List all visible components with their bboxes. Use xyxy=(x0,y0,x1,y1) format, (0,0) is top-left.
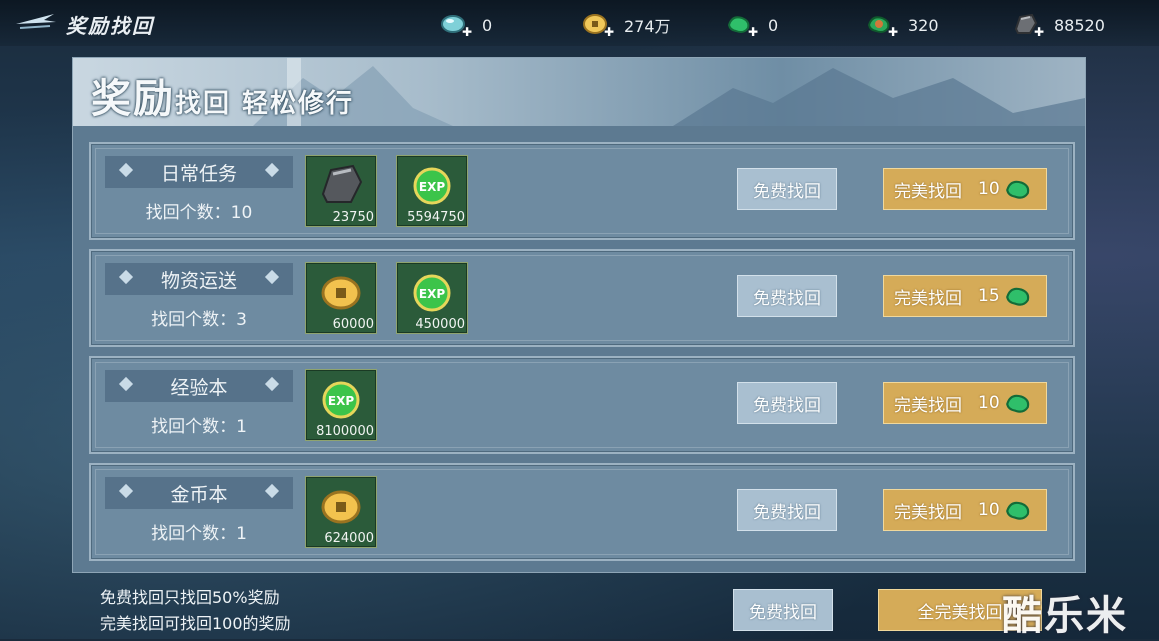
cost-value: 10 xyxy=(978,500,1000,520)
free-retrieve-all-button[interactable]: 免费找回 xyxy=(733,589,833,631)
page-title: 奖励找回 xyxy=(66,14,154,38)
exp-orb-icon: EXP xyxy=(413,274,451,312)
item-amount: 5594750 xyxy=(407,210,465,225)
ore-stone-icon xyxy=(321,164,363,203)
green-jade-icon xyxy=(1005,501,1029,520)
diamond-icon xyxy=(264,162,280,178)
resource-ore-stone[interactable]: ✚ 88520 xyxy=(1012,10,1105,40)
reward-item[interactable]: EXP 5594750 xyxy=(396,155,468,227)
perfect-retrieve-note: 完美找回可找回100的奖励 xyxy=(100,614,291,633)
diamond-icon xyxy=(118,483,134,499)
item-amount: 8100000 xyxy=(316,424,374,439)
item-amount: 23750 xyxy=(332,210,374,225)
task-name: 物资运送 xyxy=(160,269,237,292)
resource-value: 0 xyxy=(768,15,779,35)
item-amount: 624000 xyxy=(324,531,374,546)
plus-icon[interactable]: ✚ xyxy=(748,25,758,39)
task-name-box: 金币本 xyxy=(105,477,293,509)
reward-item[interactable]: 624000 xyxy=(305,476,377,548)
diamond-icon xyxy=(264,269,280,285)
task-name: 经验本 xyxy=(170,376,228,399)
exp-orb-icon: EXP xyxy=(322,381,360,419)
task-name-box: 经验本 xyxy=(105,370,293,402)
watermark: 酷乐米 xyxy=(1002,593,1128,639)
plus-icon[interactable]: ✚ xyxy=(462,25,472,39)
reward-row: 物资运送 找回个数：3 60000 EXP 450000 免费找回 完美找回 1… xyxy=(89,249,1075,347)
diamond-icon xyxy=(264,483,280,499)
diamond-icon xyxy=(118,269,134,285)
diamond-icon xyxy=(118,162,134,178)
svg-text:EXP: EXP xyxy=(419,287,445,301)
banner-title: 奖励找回 轻松修行 xyxy=(91,66,354,124)
free-retrieve-note: 免费找回只找回50%奖励 xyxy=(100,588,280,607)
plus-icon[interactable]: ✚ xyxy=(1034,25,1044,39)
perfect-retrieve-button[interactable]: 完美找回 10 xyxy=(883,382,1047,424)
top-bar: 奖励找回 ✚ 0 ✚ 274万 ✚ 0 ✚ 320 ✚ 88520 xyxy=(0,0,1159,46)
resource-green-gem[interactable]: ✚ 320 xyxy=(866,10,939,40)
banner: 奖励找回 轻松修行 xyxy=(73,58,1085,126)
task-name-box: 物资运送 xyxy=(105,263,293,295)
reward-row: 日常任务 找回个数：10 23750 EXP 5594750 免费找回 完美找回… xyxy=(89,142,1075,240)
banner-title-big: 奖励 xyxy=(91,75,175,122)
reward-row: 经验本 找回个数：1 EXP 8100000 免费找回 完美找回 10 xyxy=(89,356,1075,454)
reward-retrieve-panel: 奖励找回 轻松修行 日常任务 找回个数：10 23750 EXP 5594750… xyxy=(72,57,1086,573)
retrieve-count: 找回个数：3 xyxy=(151,310,247,330)
retrieve-count: 找回个数：10 xyxy=(145,203,253,223)
gold-coin-icon xyxy=(321,276,361,310)
resource-gold-coin[interactable]: ✚ 274万 xyxy=(582,10,671,40)
svg-text:EXP: EXP xyxy=(328,394,354,408)
diamond-icon xyxy=(118,376,134,392)
perfect-label: 完美找回 xyxy=(894,502,962,523)
perfect-retrieve-button[interactable]: 完美找回 15 xyxy=(883,275,1047,317)
resource-value: 0 xyxy=(482,15,493,35)
svg-text:EXP: EXP xyxy=(419,180,445,194)
resource-jade-orb[interactable]: ✚ 0 xyxy=(440,10,492,40)
item-amount: 450000 xyxy=(415,317,465,332)
reward-item[interactable]: EXP 450000 xyxy=(396,262,468,334)
banner-title-small: 找回 轻松修行 xyxy=(175,89,355,119)
free-retrieve-button[interactable]: 免费找回 xyxy=(737,489,837,531)
task-name: 日常任务 xyxy=(160,162,237,185)
task-name-box: 日常任务 xyxy=(105,156,293,188)
retrieve-count: 找回个数：1 xyxy=(151,417,247,437)
green-jade-icon xyxy=(1005,287,1029,306)
perfect-label: 完美找回 xyxy=(894,288,962,309)
reward-item[interactable]: 60000 xyxy=(305,262,377,334)
back-arrow-icon[interactable] xyxy=(14,10,58,32)
plus-icon[interactable]: ✚ xyxy=(604,25,614,39)
item-amount: 60000 xyxy=(332,317,374,332)
reward-row: 金币本 找回个数：1 624000 免费找回 完美找回 10 xyxy=(89,463,1075,561)
cost-value: 10 xyxy=(978,393,1000,413)
cost-value: 10 xyxy=(978,179,1000,199)
reward-item[interactable]: EXP 8100000 xyxy=(305,369,377,441)
diamond-icon xyxy=(264,376,280,392)
task-name: 金币本 xyxy=(170,483,228,506)
perfect-retrieve-button[interactable]: 完美找回 10 xyxy=(883,489,1047,531)
reward-item[interactable]: 23750 xyxy=(305,155,377,227)
resource-value: 88520 xyxy=(1054,15,1105,35)
resource-value: 320 xyxy=(908,15,939,35)
free-retrieve-button[interactable]: 免费找回 xyxy=(737,275,837,317)
exp-orb-icon: EXP xyxy=(413,167,451,205)
resource-value: 274万 xyxy=(624,17,671,36)
retrieve-count: 找回个数：1 xyxy=(151,524,247,544)
green-jade-icon xyxy=(1005,394,1029,413)
green-jade-icon xyxy=(1005,180,1029,199)
free-retrieve-button[interactable]: 免费找回 xyxy=(737,382,837,424)
cost-value: 15 xyxy=(978,286,1000,306)
perfect-label: 完美找回 xyxy=(894,181,962,202)
resource-green-jade[interactable]: ✚ 0 xyxy=(726,10,778,40)
plus-icon[interactable]: ✚ xyxy=(888,25,898,39)
perfect-label: 完美找回 xyxy=(894,395,962,416)
gold-coin-icon xyxy=(321,490,361,524)
perfect-retrieve-button[interactable]: 完美找回 10 xyxy=(883,168,1047,210)
free-retrieve-button[interactable]: 免费找回 xyxy=(737,168,837,210)
